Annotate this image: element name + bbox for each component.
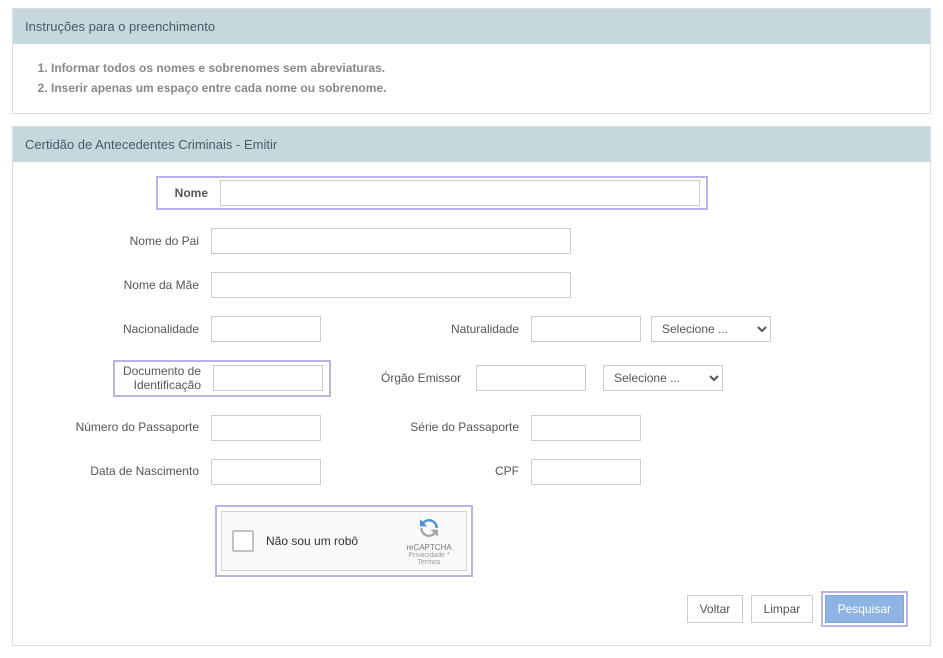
instructions-panel: Instruções para o preenchimento Informar… [12,8,931,114]
documento-label: Documento de Identificação [121,364,213,393]
nome-pai-label: Nome do Pai [31,234,211,248]
orgao-label: Órgão Emissor [381,371,473,385]
naturalidade-label: Naturalidade [381,322,531,336]
nome-mae-label: Nome da Mãe [31,278,211,292]
recaptcha-logo: reCAPTCHA Privacidade * Termos [402,515,456,566]
passaporte-serie-input[interactable] [531,415,641,441]
instruction-item: Informar todos os nomes e sobrenomes sem… [51,58,912,78]
documento-highlight: Documento de Identificação [113,360,331,397]
orgao-input[interactable] [476,365,586,391]
voltar-button[interactable]: Voltar [687,595,744,623]
documento-input[interactable] [213,365,323,391]
limpar-button[interactable]: Limpar [751,595,814,623]
recaptcha-terms: Privacidade * Termos [402,552,456,566]
nome-input[interactable] [220,180,700,206]
recaptcha-icon [416,515,442,541]
cpf-input[interactable] [531,459,641,485]
pesquisar-button[interactable]: Pesquisar [825,595,904,623]
data-nasc-input[interactable] [211,459,321,485]
button-row: Voltar Limpar Pesquisar [31,591,912,627]
instructions-header: Instruções para o preenchimento [13,9,930,44]
nome-label: Nome [164,186,220,200]
form-panel: Certidão de Antecedentes Criminais - Emi… [12,126,931,646]
nome-mae-input[interactable] [211,272,571,298]
recaptcha-widget: Não sou um robô reCAPTCHA Privacidade * … [221,511,467,571]
nome-pai-input[interactable] [211,228,571,254]
recaptcha-brand: reCAPTCHA [402,543,456,552]
form-header: Certidão de Antecedentes Criminais - Emi… [13,127,930,162]
naturalidade-select[interactable]: Selecione ... [651,316,771,342]
pesquisar-highlight: Pesquisar [821,591,908,627]
nome-highlight: Nome [156,176,708,210]
passaporte-serie-label: Série do Passaporte [381,420,531,434]
data-nasc-label: Data de Nascimento [31,464,211,478]
nacionalidade-input[interactable] [211,316,321,342]
form-body: Nome Nome do Pai Nome da Mãe Nacionalida… [13,162,930,645]
recaptcha-checkbox[interactable] [232,530,254,552]
recaptcha-highlight: Não sou um robô reCAPTCHA Privacidade * … [215,505,473,577]
instruction-item: Inserir apenas um espaço entre cada nome… [51,78,912,98]
orgao-select[interactable]: Selecione ... [603,365,723,391]
passaporte-num-label: Número do Passaporte [31,420,211,434]
cpf-label: CPF [381,464,531,478]
instructions-body: Informar todos os nomes e sobrenomes sem… [13,44,930,113]
nacionalidade-label: Nacionalidade [31,322,211,336]
recaptcha-label: Não sou um robô [266,534,402,548]
naturalidade-input[interactable] [531,316,641,342]
passaporte-num-input[interactable] [211,415,321,441]
